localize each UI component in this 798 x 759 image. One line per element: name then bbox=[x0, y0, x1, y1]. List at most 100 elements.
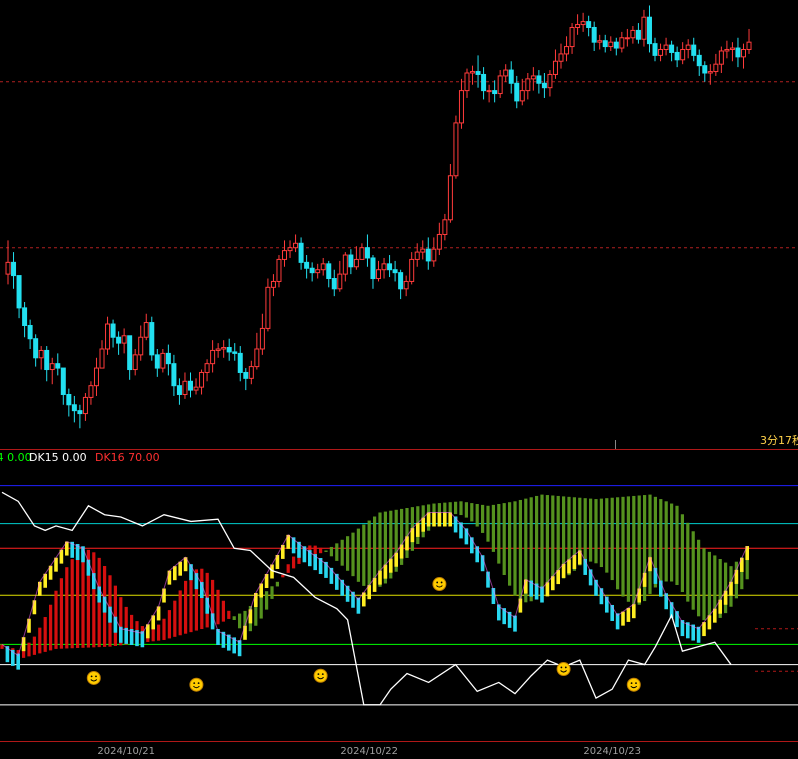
candle-body bbox=[586, 21, 592, 28]
band-bar bbox=[497, 503, 501, 564]
candle-body bbox=[138, 336, 144, 356]
osc-bar bbox=[32, 600, 37, 615]
candle-body bbox=[696, 54, 702, 67]
candle-body bbox=[575, 24, 581, 28]
candle-body bbox=[536, 75, 542, 84]
candle-body bbox=[740, 49, 746, 58]
osc-bar bbox=[254, 593, 258, 607]
osc-bar bbox=[437, 512, 442, 527]
candle-body bbox=[414, 251, 420, 260]
candle-body bbox=[265, 286, 271, 329]
candle-body bbox=[724, 49, 730, 52]
candle-body bbox=[514, 82, 520, 102]
band-bar bbox=[184, 580, 188, 634]
smiley-icon bbox=[86, 670, 101, 685]
band-bar bbox=[491, 504, 495, 552]
candle-body bbox=[436, 233, 442, 250]
candle-body bbox=[22, 307, 28, 326]
osc-bar bbox=[637, 588, 641, 603]
osc-bar bbox=[162, 588, 166, 603]
band-bar bbox=[65, 567, 69, 649]
candle-body bbox=[364, 247, 370, 259]
band-bar bbox=[70, 559, 74, 649]
band-bar bbox=[292, 556, 296, 569]
candle-body bbox=[558, 53, 564, 62]
candle-body bbox=[5, 261, 11, 275]
candle-body bbox=[564, 46, 570, 55]
candle-body bbox=[608, 41, 614, 48]
band-bar bbox=[367, 520, 371, 589]
band-bar bbox=[162, 618, 166, 640]
band-bar bbox=[659, 499, 663, 584]
candle-body bbox=[143, 322, 149, 338]
band-bar bbox=[513, 501, 517, 596]
candle-body bbox=[746, 41, 752, 51]
candle-body bbox=[276, 258, 282, 282]
candle-body bbox=[602, 40, 608, 48]
band-bar bbox=[270, 586, 274, 599]
candle-body bbox=[116, 336, 122, 344]
candle-body bbox=[718, 50, 724, 65]
band-bar bbox=[76, 554, 80, 649]
band-bar bbox=[589, 498, 593, 562]
osc-bar bbox=[567, 559, 571, 574]
legend-dk15: DK15 0.00 bbox=[29, 451, 87, 464]
candle-body bbox=[270, 280, 276, 288]
band-bar bbox=[670, 503, 674, 582]
band-bar bbox=[556, 495, 560, 581]
candle-body bbox=[132, 354, 138, 371]
candle-body bbox=[425, 248, 431, 262]
osc-bar bbox=[38, 581, 42, 596]
indicator-legend: DK14 0.00 DK15 0.00 DK16 70.00 bbox=[0, 451, 160, 464]
legend-dk16: DK16 70.00 bbox=[95, 451, 160, 464]
band-bar bbox=[675, 505, 679, 586]
candle-body bbox=[121, 335, 127, 344]
candle-body bbox=[359, 247, 365, 260]
candle-body bbox=[619, 37, 625, 49]
band-bar bbox=[686, 522, 690, 602]
candle-body bbox=[376, 269, 382, 280]
band-bar bbox=[470, 503, 474, 522]
candle-body bbox=[702, 65, 708, 74]
band-bar bbox=[481, 504, 485, 533]
candle-body bbox=[243, 371, 249, 379]
candle-body bbox=[342, 254, 348, 275]
chart-canvas: 3分17秒 DK14 0.00 DK15 0.00 DK16 70.00 202… bbox=[0, 0, 798, 759]
candle-body bbox=[398, 272, 404, 290]
candle-body bbox=[38, 349, 44, 359]
candle-body bbox=[707, 71, 713, 74]
band-bar bbox=[275, 581, 279, 587]
candle-body bbox=[624, 37, 630, 40]
osc-bar bbox=[642, 572, 647, 587]
osc-bar bbox=[248, 609, 253, 624]
candle-body bbox=[420, 248, 426, 253]
osc-bar bbox=[524, 579, 528, 594]
candle-body bbox=[403, 280, 409, 290]
band-bar bbox=[594, 499, 598, 564]
candle-body bbox=[580, 21, 586, 26]
candle-body bbox=[55, 363, 61, 369]
band-bar bbox=[178, 590, 182, 636]
candle-body bbox=[298, 242, 304, 263]
band-bar bbox=[189, 573, 193, 633]
band-bar bbox=[691, 531, 695, 610]
band-bar bbox=[626, 496, 630, 602]
candle bbox=[453, 115, 459, 179]
band-bar bbox=[464, 502, 468, 518]
smiley-icon bbox=[313, 668, 328, 683]
smiley-icon bbox=[189, 677, 204, 692]
candle-body bbox=[635, 29, 641, 40]
candle-body bbox=[326, 263, 332, 280]
band-bar bbox=[227, 610, 231, 619]
candle-body bbox=[33, 338, 39, 359]
band-bar bbox=[32, 636, 36, 655]
band-bar bbox=[583, 498, 587, 563]
candle-body bbox=[254, 348, 260, 368]
band-bar bbox=[707, 551, 711, 622]
osc-bar bbox=[432, 512, 436, 527]
candle-body bbox=[442, 219, 448, 235]
candle-body bbox=[353, 258, 359, 268]
candle-body bbox=[176, 385, 182, 395]
candle-body bbox=[193, 386, 199, 391]
band-bar bbox=[157, 624, 161, 641]
